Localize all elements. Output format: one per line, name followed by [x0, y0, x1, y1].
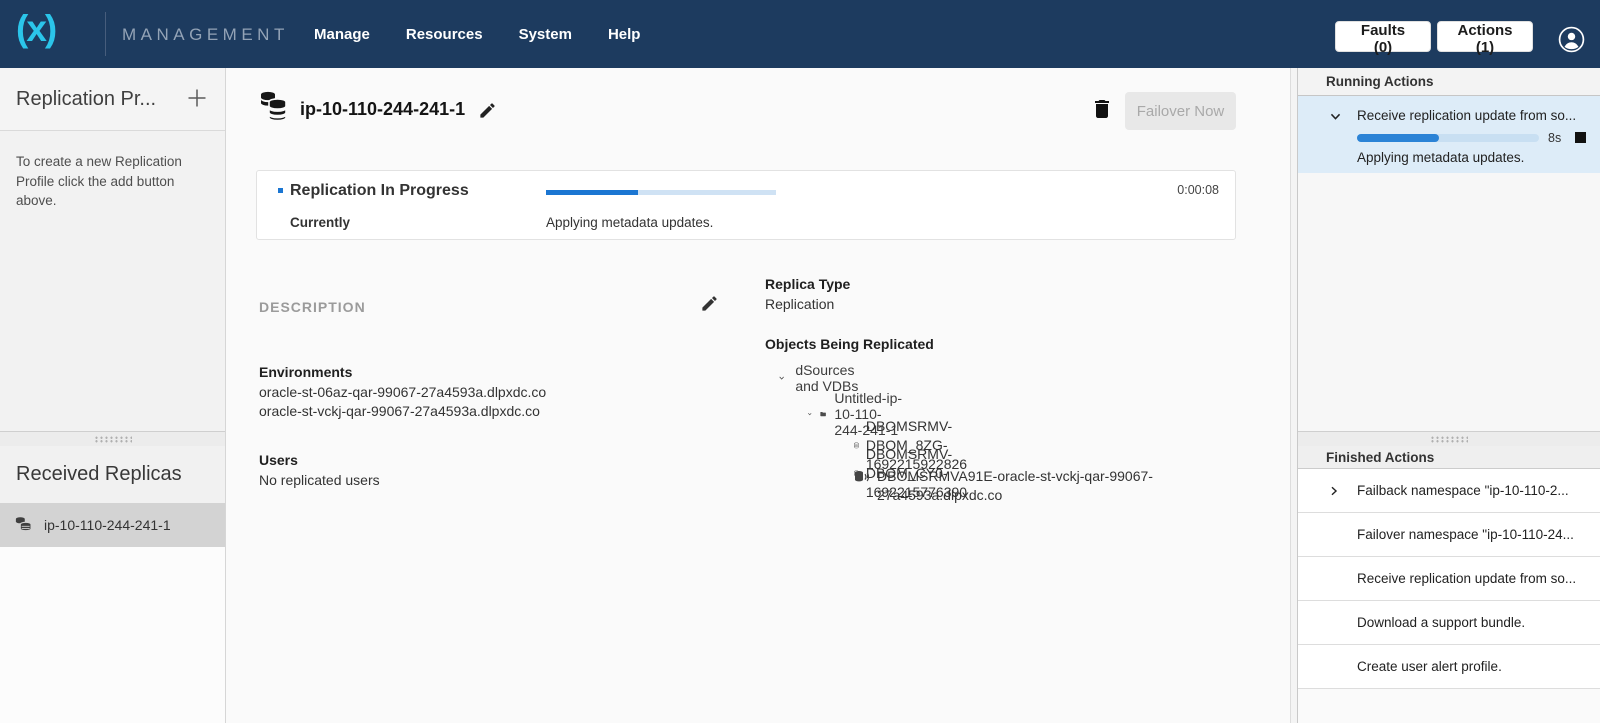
finished-action-row[interactable]: Create user alert profile.: [1298, 645, 1600, 689]
nav-item-help[interactable]: Help: [608, 26, 641, 43]
replica-type-value: Replication: [765, 295, 834, 314]
environment-item: oracle-st-vckj-qar-99067-27a4593a.dlpxdc…: [259, 402, 540, 421]
received-list-empty-area: [0, 547, 225, 723]
running-elapsed-time: 8s: [1548, 131, 1561, 145]
finished-action-label: Failover namespace "ip-10-110-24...: [1357, 527, 1574, 542]
edit-title-button[interactable]: [478, 101, 497, 123]
main-content: ip-10-110-244-241-1 Failover Now Replica…: [226, 68, 1290, 723]
finished-actions-section: Finished Actions Failback namespace "ip-…: [1298, 431, 1600, 723]
running-actions-header: Running Actions: [1298, 68, 1600, 96]
vdb-icon: [854, 470, 870, 484]
finished-action-label: Download a support bundle.: [1357, 615, 1525, 630]
tree-leaf-row[interactable]: DBOMSRMVA91E-oracle-st-vckj-qar-99067-27…: [854, 467, 1167, 505]
environments-label: Environments: [259, 364, 352, 380]
finished-action-label: Receive replication update from so...: [1357, 571, 1576, 586]
replication-progress-bar: [546, 190, 776, 195]
replication-profiles-title: Replication Pr...: [16, 88, 156, 111]
received-replicas-section: Received Replicas ip-10-110-244-241-1: [0, 431, 225, 723]
running-action-title: Receive replication update from so...: [1357, 108, 1589, 123]
user-avatar-icon[interactable]: [1558, 26, 1585, 53]
actions-panel: Running Actions Receive replication upda…: [1298, 68, 1600, 723]
page-title: ip-10-110-244-241-1: [300, 99, 465, 120]
environment-item: oracle-st-06az-qar-99067-27a4593a.dlpxdc…: [259, 383, 546, 402]
brand-label: MANAGEMENT: [122, 25, 289, 45]
panel-drag-handle[interactable]: [1298, 431, 1600, 446]
objects-being-replicated-label: Objects Being Replicated: [765, 336, 934, 352]
failover-now-button[interactable]: Failover Now: [1125, 92, 1236, 130]
received-replicas-header: Received Replicas: [0, 446, 225, 503]
finished-action-row[interactable]: Failover namespace "ip-10-110-24...: [1298, 513, 1600, 557]
chevron-down-icon[interactable]: [1328, 109, 1343, 124]
stop-action-button[interactable]: [1575, 132, 1586, 143]
pencil-icon: [478, 101, 497, 120]
top-navbar: (x) MANAGEMENT Manage Resources System H…: [0, 0, 1600, 68]
replica-database-icon: [259, 90, 292, 127]
elapsed-time: 0:00:08: [1177, 183, 1219, 197]
folder-icon: [820, 408, 826, 420]
chevron-down-icon[interactable]: [778, 371, 785, 385]
running-action-item[interactable]: Receive replication update from so... 8s…: [1298, 96, 1600, 173]
received-replica-label: ip-10-110-244-241-1: [44, 517, 171, 533]
description-label: DESCRIPTION: [259, 299, 366, 315]
replica-icon: [14, 517, 32, 533]
app-root: (x) MANAGEMENT Manage Resources System H…: [0, 0, 1600, 723]
users-value: No replicated users: [259, 471, 380, 490]
add-profile-button[interactable]: [185, 86, 209, 113]
tree-leaf-label: DBOMSRMVA91E-oracle-st-vckj-qar-99067-27…: [877, 467, 1167, 505]
drag-dots-icon: [94, 436, 132, 443]
progress-bullet-icon: [278, 188, 283, 193]
nav-item-resources[interactable]: Resources: [406, 26, 483, 43]
nav-item-manage[interactable]: Manage: [314, 26, 370, 43]
nav-menu: Manage Resources System Help: [314, 0, 640, 68]
running-action-status: Applying metadata updates.: [1357, 150, 1524, 165]
running-progress-fill: [1357, 134, 1439, 142]
finished-action-label: Create user alert profile.: [1357, 659, 1502, 674]
faults-button[interactable]: Faults (0): [1335, 21, 1431, 52]
finished-action-row[interactable]: Download a support bundle.: [1298, 601, 1600, 645]
received-replica-row[interactable]: ip-10-110-244-241-1: [0, 503, 225, 547]
replication-progress-fill: [546, 190, 638, 195]
finished-action-row[interactable]: Receive replication update from so...: [1298, 557, 1600, 601]
users-label: Users: [259, 452, 298, 468]
sidebar-drag-handle[interactable]: [0, 431, 225, 446]
panel-splitter[interactable]: [1290, 68, 1298, 723]
actions-button[interactable]: Actions (1): [1437, 21, 1533, 52]
profiles-help-text: To create a new Replication Profile clic…: [16, 152, 196, 211]
chevron-down-icon[interactable]: [807, 407, 812, 421]
drag-dots-icon: [1430, 436, 1468, 443]
left-sidebar: Replication Pr... To create a new Replic…: [0, 68, 226, 723]
current-status-text: Applying metadata updates.: [546, 215, 713, 230]
replica-type-label: Replica Type: [765, 276, 850, 292]
currently-label: Currently: [290, 215, 350, 230]
nav-item-system[interactable]: System: [519, 26, 572, 43]
delphix-logo: (x): [16, 8, 55, 50]
delete-replica-button[interactable]: [1090, 95, 1114, 126]
replication-progress-title: Replication In Progress: [290, 182, 469, 200]
received-replicas-title: Received Replicas: [16, 463, 182, 486]
finished-action-label: Failback namespace "ip-10-110-2...: [1357, 483, 1569, 498]
finished-action-row[interactable]: Failback namespace "ip-10-110-2...: [1298, 469, 1600, 513]
edit-description-button[interactable]: [700, 294, 719, 316]
finished-actions-header: Finished Actions: [1298, 446, 1600, 469]
brand-divider: [105, 12, 106, 56]
replication-profiles-header: Replication Pr...: [0, 68, 225, 131]
chevron-right-icon[interactable]: [1327, 484, 1341, 498]
plus-icon: [185, 86, 209, 110]
replication-progress-card: Replication In Progress 0:00:08 Currentl…: [256, 170, 1236, 240]
finished-list-empty-area: [1298, 689, 1600, 723]
trash-icon: [1090, 95, 1114, 123]
pencil-icon: [700, 294, 719, 313]
running-progress-bar: [1357, 134, 1539, 142]
